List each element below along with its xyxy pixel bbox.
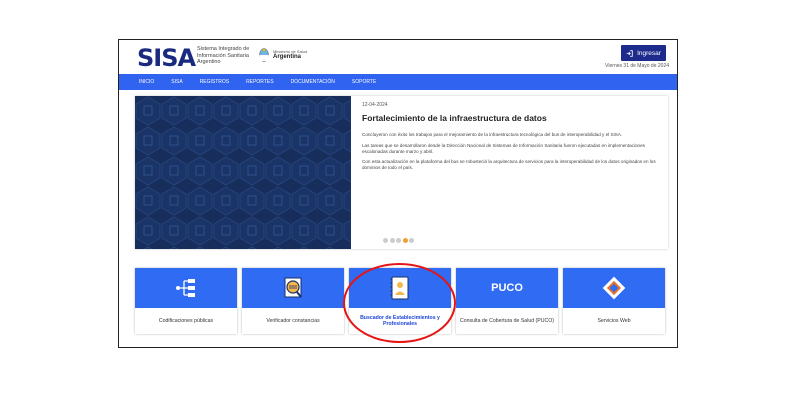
news-image [135,96,351,249]
card-label: Codificaciones públicas [158,318,214,324]
logo-text: SISA [137,44,196,72]
nav-item-inicio[interactable]: INICIO [139,79,154,85]
ministry-country: Argentina [273,54,302,60]
card-codificaciones[interactable]: Codificaciones públicas [135,268,237,334]
login-button[interactable]: Ingresar [621,45,666,61]
nav-item-sisa[interactable]: SISA [171,79,182,85]
current-date: Viernes 31 de Mayo de 2024 [605,63,669,69]
news-paragraph: Con esta actualización en la plataforma … [362,159,656,171]
carousel-dot-active[interactable] [402,238,408,243]
card-puco[interactable]: PUCO Consulta de Cobertura de Salud (PUC… [456,268,558,334]
main-nav: INICIO SISA REGISTROS REPORTES DOCUMENTA… [119,74,677,90]
card-label: Verificador constancias [266,318,320,324]
puzzle-icon [602,276,626,300]
card-label: Consulta de Cobertura de Salud (PUCO) [460,318,554,324]
nav-item-reportes[interactable]: REPORTES [246,79,273,85]
magnifier-certificate-icon [284,277,302,298]
nav-item-soporte[interactable]: SOPORTE [352,79,376,85]
news-date: 12-04-2024 [362,102,388,108]
news-paragraph: Concluyeron con éxito los trabajos para … [362,132,623,137]
logo-subtitle: Sistema Integrado de Información Sanitar… [197,46,250,65]
nav-item-documentacion[interactable]: DOCUMENTACIÓN [291,79,335,85]
card-servicios-web[interactable]: Servicios Web [563,268,665,334]
news-carousel: 12-04-2024 Fortalecimiento de la infraes… [135,96,668,249]
sisa-logo[interactable]: SISA [137,44,196,72]
hierarchy-icon [176,279,195,297]
carousel-dot[interactable] [396,238,401,243]
login-label: Ingresar [637,49,661,57]
carousel-dots [383,238,414,243]
card-label: Servicios Web [597,318,631,324]
argentina-shield-icon [259,48,269,62]
news-title[interactable]: Fortalecimiento de la infraestructura de… [362,113,658,123]
carousel-dot[interactable] [389,238,395,243]
carousel-dot[interactable] [383,238,388,243]
news-paragraph: Las tareas que se desarrollaron desde la… [362,142,645,154]
puco-text: PUCO [491,282,523,294]
card-verificador[interactable]: Verificador constancias [242,268,344,334]
nav-item-registros[interactable]: REGISTROS [200,79,229,85]
red-highlight-circle [343,263,456,343]
login-icon [626,49,633,57]
news-content: 12-04-2024 Fortalecimiento de la infraes… [362,102,658,176]
carousel-dot[interactable] [409,238,414,243]
top-header: SISA Sistema Integrado de Información Sa… [119,40,677,74]
